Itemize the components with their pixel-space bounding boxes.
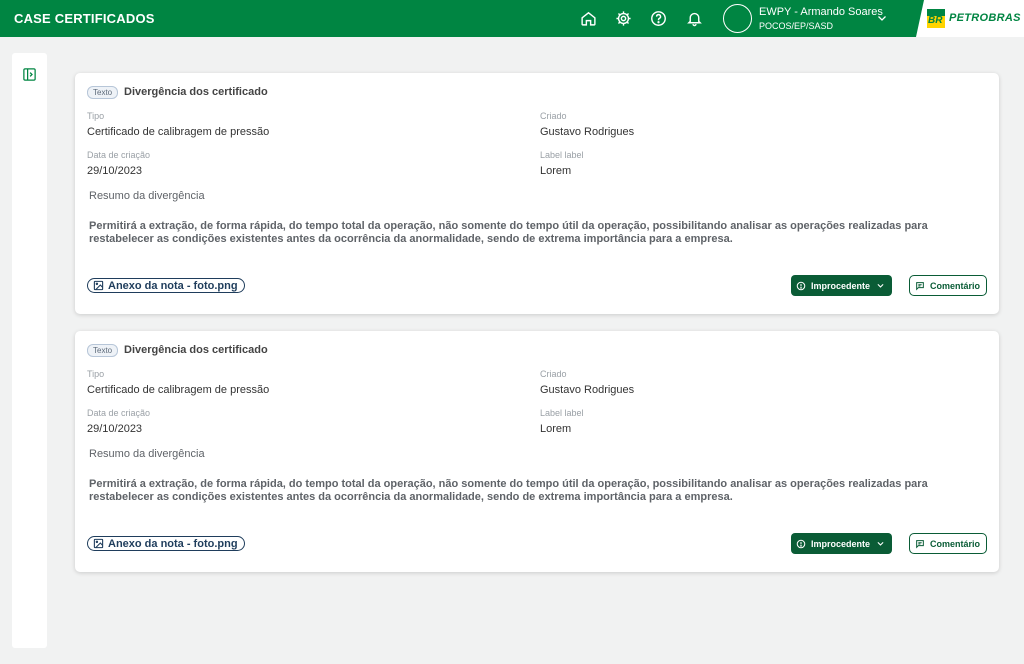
summary-text: Permitirá a extração, de forma rápida, d… [89,220,928,245]
chevron-down-icon [877,541,884,546]
comment-button[interactable]: Comentário [909,275,987,296]
bell-icon[interactable] [685,9,703,27]
user-name: EWPY - Armando Soares [759,6,883,18]
data-criacao-label: Data de criação [87,408,151,418]
tipo-label: Tipo [87,111,105,121]
help-icon[interactable] [649,9,667,27]
criado-label: Criado [540,111,567,121]
status-dropdown-button[interactable]: Improcedente [791,275,892,296]
alert-circle-icon [796,539,806,548]
divergence-card: Texto Divergência dos certificado Tipo C… [75,331,999,572]
home-icon[interactable] [579,9,597,27]
brand-name: PETROBRAS [949,12,1021,24]
tipo-value: Certificado de calibragem de pressão [87,126,270,138]
tipo-value: Certificado de calibragem de pressão [87,384,270,396]
divergence-card: Texto Divergência dos certificado Tipo C… [75,73,999,314]
app-title: CASE CERTIFICADOS [14,11,155,26]
criado-label: Criado [540,369,567,379]
status-label: Improcedente [811,280,871,291]
top-bar: CASE CERTIFICADOS EWPY - Armando Soares … [0,0,1024,37]
data-criacao-value: 29/10/2023 [87,423,143,435]
sidebar [12,53,47,648]
extra-label: Label label [540,150,584,160]
user-department: POCOS/EP/SASD [759,21,834,31]
chevron-down-icon [877,283,884,288]
attachment-link[interactable]: Anexo da nota - foto.png [87,536,245,551]
extra-value: Lorem [540,165,572,177]
data-criacao-label: Data de criação [87,150,151,160]
status-dropdown-button[interactable]: Improcedente [791,533,892,554]
sidebar-toggle-icon[interactable] [22,67,37,82]
petrobras-logo: BR PETROBRAS [916,0,1024,37]
card-title: Divergência dos certificado [124,344,268,356]
alert-circle-icon [796,281,806,290]
type-tag: Texto [87,86,119,99]
attachment-link[interactable]: Anexo da nota - foto.png [87,278,245,293]
image-icon [93,538,104,549]
status-label: Improcedente [811,538,871,549]
attachment-name: Anexo da nota - foto.png [108,537,238,550]
extra-value: Lorem [540,423,572,435]
criado-value: Gustavo Rodrigues [540,126,635,138]
comment-label: Comentário [930,538,981,549]
summary-text: Permitirá a extração, de forma rápida, d… [89,478,928,503]
br-mark: BR [927,9,945,28]
comment-label: Comentário [930,280,981,291]
type-tag: Texto [87,344,119,357]
summary-label: Resumo da divergência [89,190,205,202]
criado-value: Gustavo Rodrigues [540,384,635,396]
avatar[interactable] [723,4,752,33]
tipo-label: Tipo [87,369,105,379]
chevron-down-icon[interactable] [876,12,888,24]
attachment-name: Anexo da nota - foto.png [108,279,238,292]
data-criacao-value: 29/10/2023 [87,165,143,177]
comment-button[interactable]: Comentário [909,533,987,554]
image-icon [93,280,104,291]
extra-label: Label label [540,408,584,418]
card-title: Divergência dos certificado [124,86,268,98]
comment-icon [916,539,924,549]
summary-label: Resumo da divergência [89,448,205,460]
comment-icon [916,281,924,291]
gear-icon[interactable] [614,9,632,27]
